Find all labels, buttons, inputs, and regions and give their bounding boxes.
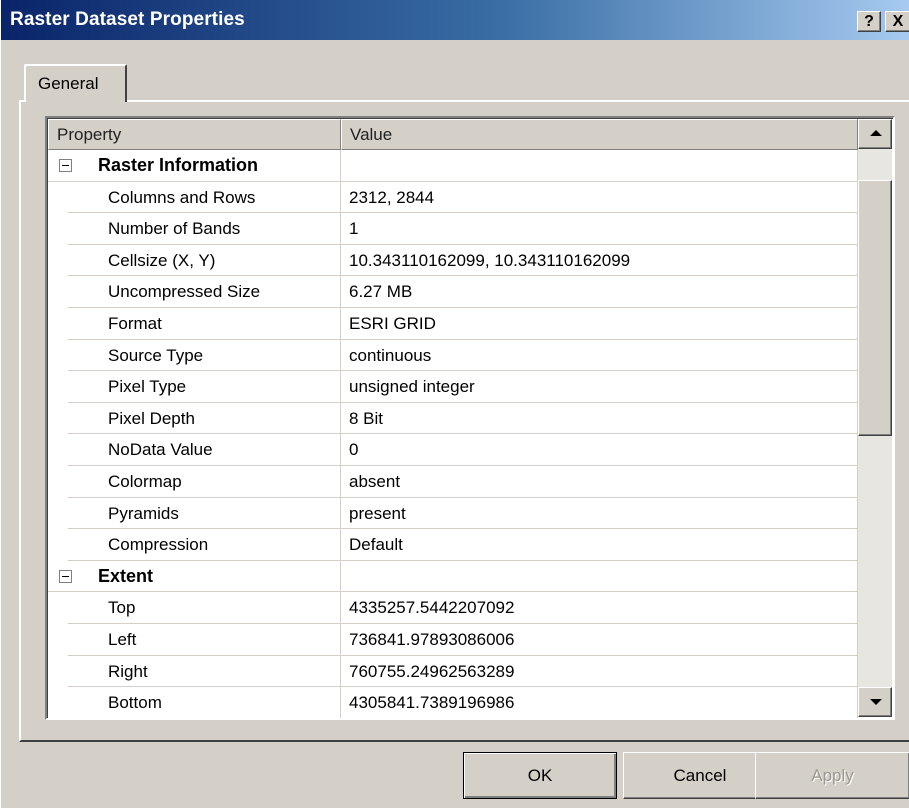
row-gutter <box>48 529 68 561</box>
row-gutter <box>48 276 68 308</box>
row-gutter <box>48 339 68 372</box>
property-value-cell[interactable]: present <box>341 497 858 530</box>
grid-property-row[interactable]: Pyramids present <box>48 497 858 530</box>
column-header-value[interactable]: Value <box>341 119 858 150</box>
apply-button: Apply <box>755 752 909 799</box>
property-grid: Property Value Raster Information Columns… <box>45 116 895 720</box>
row-gutter <box>48 434 68 466</box>
property-value-cell[interactable]: 1 <box>341 213 858 245</box>
raster-dataset-properties-dialog: Raster Dataset Properties ? X General Pr… <box>0 0 909 808</box>
category-value-cell <box>341 560 858 593</box>
property-name-cell: Left <box>68 623 341 656</box>
grid-property-row[interactable]: NoData Value 0 <box>48 434 858 466</box>
property-name-cell: Uncompressed Size <box>68 276 341 308</box>
grid-property-row[interactable]: Source Type continuous <box>48 339 858 372</box>
property-name-cell: Pixel Depth <box>68 402 341 435</box>
property-value-cell[interactable]: 4335257.5442207092 <box>341 592 858 624</box>
grid-property-row[interactable]: Pixel Type unsigned integer <box>48 371 858 403</box>
grid-header: Property Value <box>48 119 858 150</box>
grid-property-row[interactable]: Left 736841.97893086006 <box>48 623 858 656</box>
property-name-cell: Bottom <box>68 687 341 718</box>
property-value-cell[interactable]: 10.343110162099, 10.343110162099 <box>341 244 858 277</box>
category-value-cell <box>341 150 858 182</box>
grid-property-row[interactable]: Bottom 4305841.7389196986 <box>48 687 858 718</box>
row-gutter <box>48 655 68 688</box>
property-value-cell[interactable]: ESRI GRID <box>341 307 858 340</box>
grid-property-row[interactable]: Pixel Depth 8 Bit <box>48 402 858 435</box>
grid-property-row[interactable]: Columns and Rows 2312, 2844 <box>48 181 858 214</box>
row-gutter <box>48 181 68 214</box>
property-name-cell: Format <box>68 307 341 340</box>
grid-category-row[interactable]: Raster Information <box>48 150 858 182</box>
property-name-cell: NoData Value <box>68 434 341 466</box>
property-value-cell[interactable]: 6.27 MB <box>341 276 858 308</box>
cancel-button[interactable]: Cancel <box>623 752 777 799</box>
property-name-cell: Right <box>68 655 341 688</box>
grid-property-row[interactable]: Number of Bands 1 <box>48 213 858 245</box>
property-value-cell[interactable]: 760755.24962563289 <box>341 655 858 688</box>
close-button[interactable]: X <box>885 11 909 32</box>
property-name-cell: Compression <box>68 529 341 561</box>
collapse-minus-icon[interactable] <box>59 569 72 583</box>
scroll-thumb[interactable] <box>858 180 892 436</box>
property-value-cell[interactable]: 0 <box>341 434 858 466</box>
grid-property-row[interactable]: Compression Default <box>48 529 858 561</box>
grid-property-row[interactable]: Top 4335257.5442207092 <box>48 592 858 624</box>
property-value-cell[interactable]: Default <box>341 529 858 561</box>
arrow-down-icon <box>870 699 882 705</box>
vertical-scrollbar[interactable] <box>858 119 892 717</box>
row-gutter <box>48 687 68 718</box>
row-gutter <box>48 371 68 403</box>
property-name-cell: Number of Bands <box>68 213 341 245</box>
arrow-up-icon <box>870 130 882 136</box>
help-button[interactable]: ? <box>857 11 881 32</box>
row-gutter <box>48 465 68 498</box>
property-value-cell[interactable]: continuous <box>341 339 858 372</box>
row-gutter <box>48 623 68 656</box>
row-gutter <box>48 307 68 340</box>
tab-general[interactable]: General <box>24 64 127 102</box>
row-gutter <box>48 244 68 277</box>
property-value-cell[interactable]: 736841.97893086006 <box>341 623 858 656</box>
property-name-cell: Top <box>68 592 341 624</box>
column-header-property[interactable]: Property <box>48 119 341 150</box>
window-title: Raster Dataset Properties <box>10 9 245 30</box>
title-bar[interactable]: Raster Dataset Properties ? X <box>1 0 909 40</box>
property-name-cell: Source Type <box>68 339 341 372</box>
category-label: Extent <box>48 560 341 593</box>
grid-property-row[interactable]: Right 760755.24962563289 <box>48 655 858 688</box>
grid-property-row[interactable]: Uncompressed Size 6.27 MB <box>48 276 858 308</box>
row-gutter <box>48 213 68 245</box>
scroll-up-button[interactable] <box>858 119 892 149</box>
category-label: Raster Information <box>48 150 341 182</box>
property-value-cell[interactable]: 8 Bit <box>341 402 858 435</box>
property-value-cell[interactable]: unsigned integer <box>341 371 858 403</box>
row-gutter <box>48 402 68 435</box>
grid-property-row[interactable]: Colormap absent <box>48 465 858 498</box>
property-name-cell: Colormap <box>68 465 341 498</box>
scroll-down-button[interactable] <box>858 687 892 717</box>
grid-category-row[interactable]: Extent <box>48 560 858 593</box>
property-name-cell: Pixel Type <box>68 371 341 403</box>
row-gutter <box>48 592 68 624</box>
property-name-cell: Cellsize (X, Y) <box>68 244 341 277</box>
grid-property-row[interactable]: Cellsize (X, Y) 10.343110162099, 10.34311… <box>48 244 858 277</box>
collapse-minus-icon[interactable] <box>59 159 72 172</box>
property-name-cell: Pyramids <box>68 497 341 530</box>
grid-property-row[interactable]: Format ESRI GRID <box>48 307 858 340</box>
property-value-cell[interactable]: absent <box>341 465 858 498</box>
property-name-cell: Columns and Rows <box>68 181 341 214</box>
ok-button[interactable]: OK <box>463 752 617 799</box>
row-gutter <box>48 497 68 530</box>
grid-rows: Raster Information Columns and Rows 2312, … <box>48 150 858 718</box>
property-value-cell[interactable]: 2312, 2844 <box>341 181 858 214</box>
property-value-cell[interactable]: 4305841.7389196986 <box>341 687 858 718</box>
tab-general-label: General <box>38 74 99 93</box>
